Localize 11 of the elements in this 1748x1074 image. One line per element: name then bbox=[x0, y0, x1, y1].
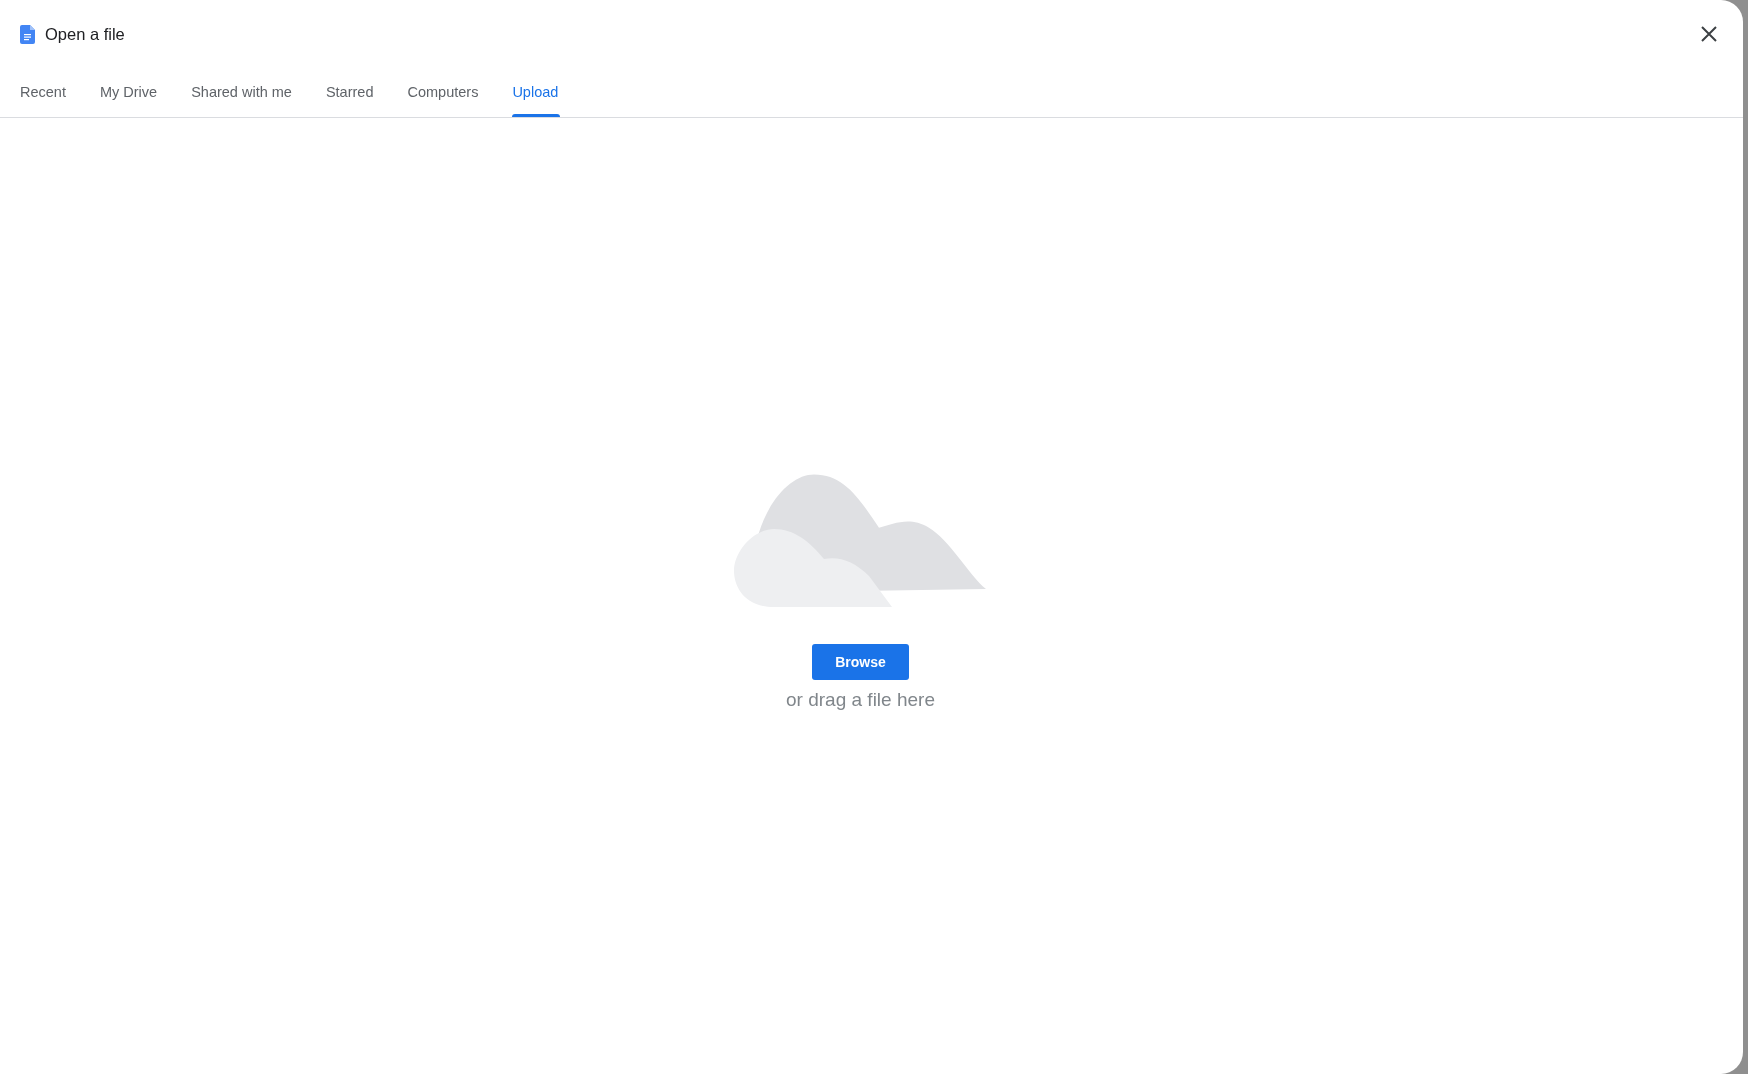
browse-button[interactable]: Browse bbox=[812, 644, 909, 680]
drag-hint: or drag a file here bbox=[786, 688, 935, 712]
dialog-title: Open a file bbox=[45, 23, 125, 45]
tab[interactable]: Computers bbox=[395, 68, 491, 117]
tab[interactable]: Shared with me bbox=[179, 68, 304, 117]
tab[interactable]: Starred bbox=[313, 68, 386, 117]
tab[interactable]: Recent bbox=[0, 68, 78, 117]
close-icon bbox=[1701, 26, 1717, 42]
tab[interactable]: Upload bbox=[500, 68, 571, 117]
document-icon bbox=[20, 24, 35, 44]
tab[interactable]: My Drive bbox=[87, 68, 170, 117]
